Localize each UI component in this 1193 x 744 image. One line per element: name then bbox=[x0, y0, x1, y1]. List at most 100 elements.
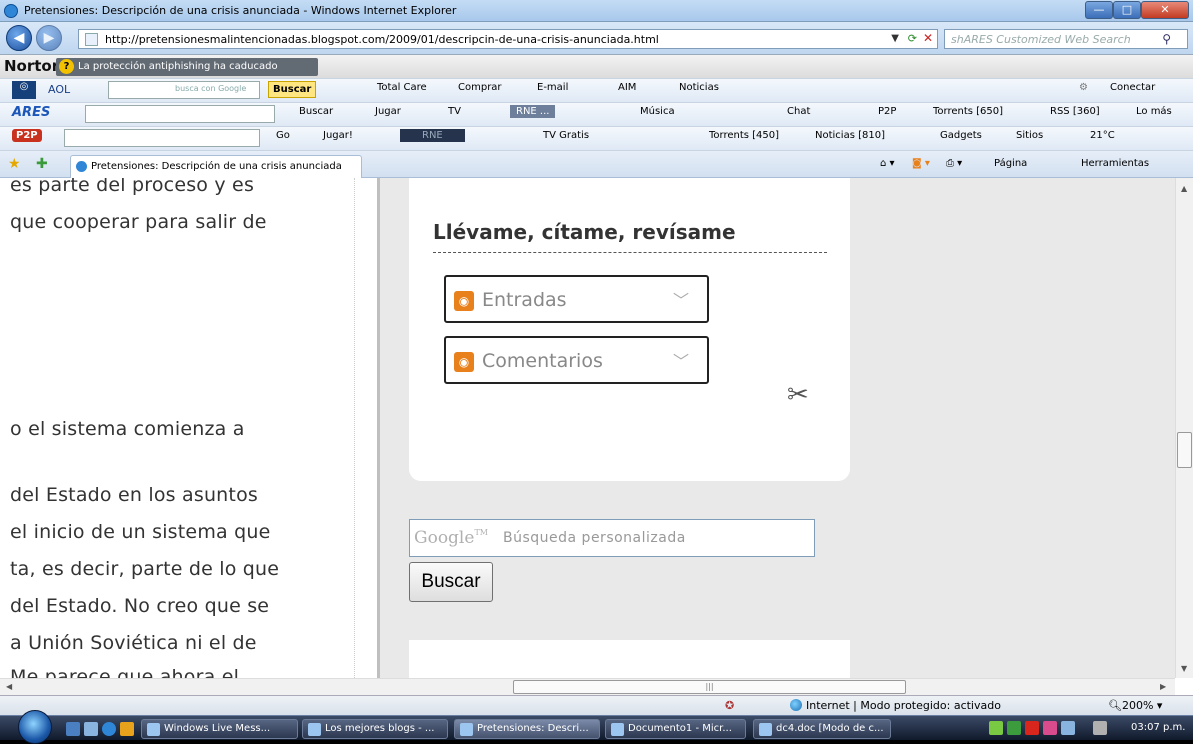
privacy-icon[interactable]: ✪ bbox=[725, 699, 734, 712]
aol-logo-icon: ◎ bbox=[12, 81, 36, 99]
tray-messenger-icon[interactable] bbox=[1007, 721, 1021, 735]
pagina-menu[interactable]: Página bbox=[994, 158, 1027, 169]
aim-link[interactable]: AIM bbox=[618, 82, 636, 93]
tv-gratis-link[interactable]: TV Gratis bbox=[543, 130, 589, 141]
ares-search-input[interactable] bbox=[85, 105, 275, 123]
go-button[interactable]: Go bbox=[276, 130, 290, 141]
ares-tv-link[interactable]: TV bbox=[448, 106, 461, 117]
horizontal-scroll-thumb[interactable]: ||| bbox=[513, 680, 906, 694]
stop-icon[interactable]: ✕ bbox=[923, 31, 933, 45]
herramientas-menu[interactable]: Herramientas bbox=[1081, 158, 1149, 169]
favorites-star-icon[interactable]: ★ bbox=[8, 156, 21, 172]
media-player-icon[interactable] bbox=[120, 722, 134, 736]
p2p-search-input[interactable] bbox=[64, 129, 260, 147]
ares-brand[interactable]: ARES bbox=[12, 105, 50, 120]
aol-toolbar: ◎ AOL busca con Google Buscar Total Care… bbox=[0, 79, 1193, 103]
comentarios-label: Comentarios bbox=[482, 350, 603, 372]
vertical-scroll-thumb[interactable] bbox=[1177, 432, 1192, 468]
p2p-logo-icon: P2P bbox=[12, 129, 42, 142]
ie-quicklaunch-icon[interactable] bbox=[102, 722, 116, 736]
aol-label[interactable]: AOL bbox=[48, 83, 70, 96]
gadgets-link[interactable]: Gadgets bbox=[940, 130, 982, 141]
security-zone-text: Internet | Modo protegido: activado bbox=[806, 699, 1001, 712]
horizontal-scrollbar[interactable]: ◀ ||| ▶ bbox=[0, 678, 1175, 695]
switch-windows-icon[interactable] bbox=[84, 722, 98, 736]
ares-buscar-button[interactable]: Buscar bbox=[299, 106, 333, 117]
p2p-torrents-link[interactable]: Torrents [450] bbox=[709, 130, 779, 141]
task-los-mejores-blogs[interactable]: Los mejores blogs - ... bbox=[302, 719, 448, 739]
conectar-link[interactable]: Conectar bbox=[1110, 82, 1155, 93]
rss-link[interactable]: RSS [360] bbox=[1050, 106, 1100, 117]
chat-link[interactable]: Chat bbox=[787, 106, 810, 117]
p2p-jugar-link[interactable]: Jugar! bbox=[323, 130, 353, 141]
scroll-down-icon[interactable]: ▼ bbox=[1181, 664, 1187, 673]
column-guide bbox=[354, 178, 355, 678]
torrents-link[interactable]: Torrents [650] bbox=[933, 106, 1003, 117]
tray-volume-icon[interactable] bbox=[1093, 721, 1107, 735]
vertical-scrollbar[interactable]: ▲ ▼ bbox=[1175, 178, 1193, 678]
home-icon[interactable]: ⌂ ▾ bbox=[880, 158, 895, 169]
settings-gear-icon[interactable]: ⚙ bbox=[1079, 82, 1088, 93]
web-search-field[interactable]: shARES Customized Web Search ⚲ bbox=[944, 29, 1188, 49]
task-documento1[interactable]: Documento1 - Micr... bbox=[605, 719, 746, 739]
total-care-link[interactable]: Total Care bbox=[377, 82, 427, 93]
buscar-button[interactable]: Buscar bbox=[409, 562, 493, 602]
address-field[interactable]: http://pretensionesmalintencionadas.blog… bbox=[78, 29, 938, 49]
page-icon bbox=[85, 33, 98, 46]
widget-title: Llévame, cítame, revísame bbox=[433, 220, 736, 244]
comentarios-dropdown[interactable]: ◉ Comentarios ﹀ bbox=[444, 336, 709, 384]
article-line: o el sistema comienza a bbox=[10, 418, 245, 440]
google-custom-search-input[interactable]: GoogleTM Búsqueda personalizada bbox=[409, 519, 815, 557]
aol-search-button[interactable]: Buscar bbox=[268, 81, 317, 98]
url-text: http://pretensionesmalintencionadas.blog… bbox=[105, 33, 659, 46]
entradas-dropdown[interactable]: ◉ Entradas ﹀ bbox=[444, 275, 709, 323]
tab-pretensiones[interactable]: Pretensiones: Descripción de una crisis … bbox=[70, 155, 362, 178]
scroll-left-icon[interactable]: ◀ bbox=[6, 682, 12, 691]
back-button[interactable]: ◀ bbox=[6, 25, 32, 51]
maximize-button[interactable]: □ bbox=[1113, 1, 1141, 19]
print-icon[interactable]: ⎙ ▾ bbox=[946, 158, 962, 169]
search-icon[interactable]: ⚲ bbox=[1162, 32, 1171, 46]
start-button[interactable] bbox=[18, 710, 52, 744]
edit-tools-icon[interactable]: ✂ bbox=[787, 380, 809, 410]
article-line: Me parece que ahora el bbox=[10, 666, 240, 678]
lo-mas-link[interactable]: Lo más bbox=[1136, 106, 1172, 117]
google-tm: TM bbox=[474, 528, 488, 537]
email-link[interactable]: E-mail bbox=[537, 82, 568, 93]
taskbar: Windows Live Mess... Los mejores blogs -… bbox=[0, 710, 1193, 744]
clock[interactable]: 03:07 p.m. bbox=[1131, 722, 1185, 733]
scroll-right-icon[interactable]: ▶ bbox=[1160, 682, 1166, 691]
ares-jugar-link[interactable]: Jugar bbox=[375, 106, 401, 117]
forward-button[interactable]: ▶ bbox=[36, 25, 62, 51]
aol-search-input[interactable]: busca con Google bbox=[108, 81, 260, 99]
refresh-icon[interactable]: ⟳ bbox=[908, 32, 917, 45]
tray-network-icon[interactable] bbox=[989, 721, 1003, 735]
title-bar: Pretensiones: Descripción de una crisis … bbox=[0, 0, 1193, 22]
minimize-button[interactable]: — bbox=[1085, 1, 1113, 19]
scroll-up-icon[interactable]: ▲ bbox=[1181, 184, 1187, 193]
tray-antivirus-icon[interactable] bbox=[1025, 721, 1039, 735]
tray-display-icon[interactable] bbox=[1061, 721, 1075, 735]
dropdown-arrow-icon[interactable]: ▼ bbox=[891, 33, 899, 44]
feeds-icon[interactable]: ◙ ▾ bbox=[912, 158, 930, 169]
task-pretensiones[interactable]: Pretensiones: Descri... bbox=[454, 719, 600, 739]
p2p-link[interactable]: P2P bbox=[878, 106, 896, 117]
tray-app-icon[interactable] bbox=[1043, 721, 1057, 735]
ares-toolbar: ARES Buscar Jugar TV RNE ... Música Chat… bbox=[0, 103, 1193, 127]
comprar-link[interactable]: Comprar bbox=[458, 82, 502, 93]
zoom-level[interactable]: 🔍︎200% ▾ bbox=[1108, 699, 1162, 712]
musica-link[interactable]: Música bbox=[640, 106, 675, 117]
antiphishing-warning[interactable]: La protección antiphishing ha caducado bbox=[56, 58, 318, 76]
sitios-link[interactable]: Sitios bbox=[1016, 130, 1043, 141]
rss-icon: ◉ bbox=[454, 352, 474, 372]
task-dc4-doc[interactable]: dc4.doc [Modo de c... bbox=[753, 719, 891, 739]
show-desktop-icon[interactable] bbox=[66, 722, 80, 736]
google-search-placeholder: Búsqueda personalizada bbox=[503, 530, 686, 546]
rne-player[interactable]: RNE ... bbox=[510, 105, 556, 118]
p2p-rne-player[interactable]: RNE bbox=[400, 129, 465, 142]
p2p-noticias-link[interactable]: Noticias [810] bbox=[815, 130, 885, 141]
add-favorites-icon[interactable]: ✚ bbox=[36, 156, 48, 172]
noticias-link[interactable]: Noticias bbox=[679, 82, 719, 93]
task-windows-live-messenger[interactable]: Windows Live Mess... bbox=[141, 719, 298, 739]
close-button[interactable]: ✕ bbox=[1141, 1, 1189, 19]
